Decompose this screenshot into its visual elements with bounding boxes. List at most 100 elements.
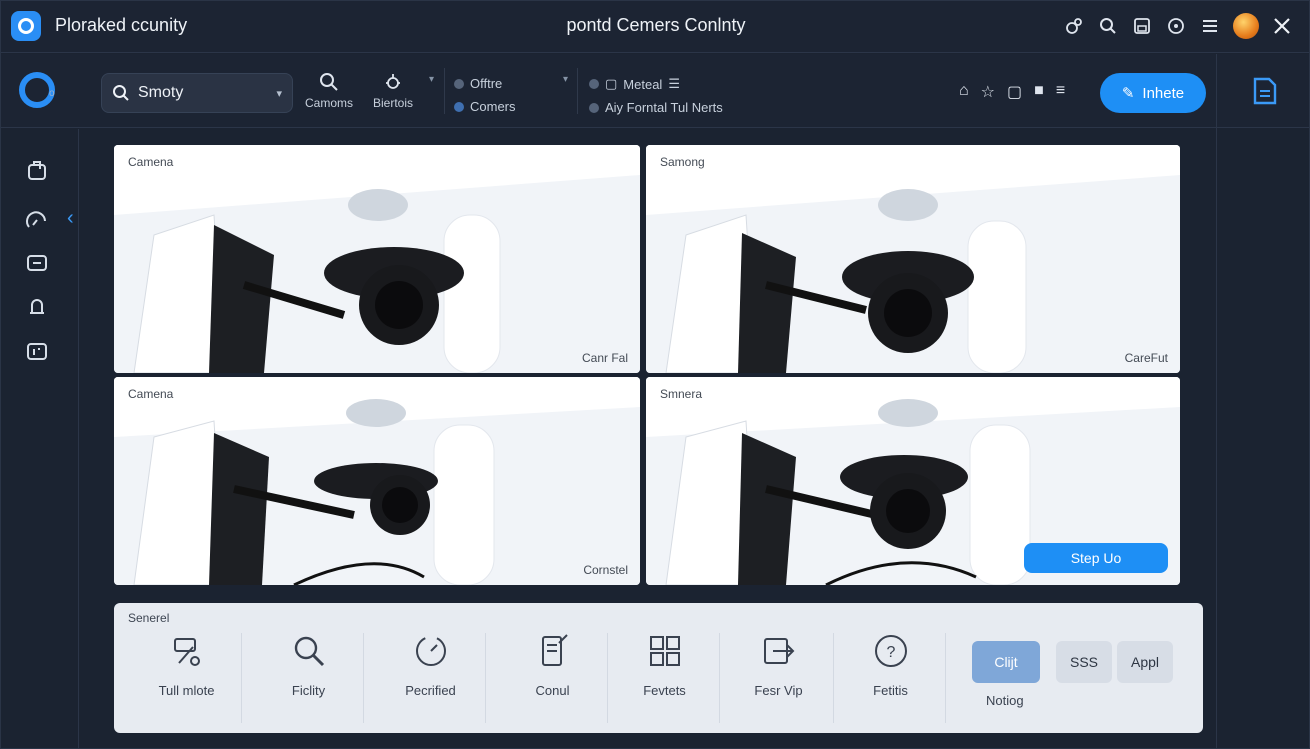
title-icons xyxy=(1063,13,1293,39)
camera-feed-image xyxy=(646,145,1180,373)
list-icon[interactable]: ≡ xyxy=(1056,82,1065,102)
left-sidebar: ‹ xyxy=(1,129,79,749)
sss-button[interactable]: SSS xyxy=(1056,641,1112,683)
tool-ficlity[interactable]: Ficlity xyxy=(254,633,364,723)
tool-conul[interactable]: Conul xyxy=(498,633,608,723)
clijt-button[interactable]: Clijt xyxy=(972,641,1040,683)
tool-label: Fevtets xyxy=(643,683,686,698)
link-icon[interactable] xyxy=(1063,15,1085,37)
view-options: Offtre Comers xyxy=(454,76,516,114)
radio-dot xyxy=(589,102,599,113)
chevron-down-icon[interactable]: ▾ xyxy=(276,87,282,100)
star-icon[interactable]: ☆ xyxy=(981,82,995,102)
bertois-label: Biertois xyxy=(373,96,414,110)
list-icon: ☰ xyxy=(668,76,680,91)
bookmark-icon xyxy=(28,161,46,180)
chevron-down-icon[interactable]: ▾ xyxy=(563,74,568,85)
camera-label: Camena xyxy=(128,155,174,169)
option-cameras[interactable]: Comers xyxy=(454,99,516,114)
option-offline[interactable]: Offtre xyxy=(454,76,516,91)
pill-caption: Notiog xyxy=(986,693,1024,708)
inhete-button[interactable]: ✎ Inhete xyxy=(1100,73,1206,113)
filter-options: ▢ Meteal ☰ Aiy Forntal Tul Nerts xyxy=(589,76,723,115)
tool-label: Tull mlote xyxy=(158,683,215,698)
document-edit-icon xyxy=(541,634,568,666)
tool-label: Ficlity xyxy=(291,683,326,698)
camera-tile[interactable]: Camena Canr Fal xyxy=(114,145,640,373)
radio-dot xyxy=(454,78,464,89)
sidebar-item-alerts[interactable] xyxy=(25,295,49,319)
search-value: Smoty xyxy=(138,84,184,101)
calendar-icon xyxy=(27,343,47,360)
cameras-label: Camoms xyxy=(305,96,354,110)
help-circle-icon: ? xyxy=(874,635,907,667)
inhete-label: Inhete xyxy=(1142,84,1185,102)
tool-label: Pecrified xyxy=(405,683,456,698)
sidebar-item-dashboard[interactable] xyxy=(25,207,49,231)
tools-icon xyxy=(173,638,200,666)
cameras-button[interactable]: Camoms xyxy=(305,72,353,110)
sidebar-item-devices[interactable] xyxy=(25,251,49,275)
square-icon[interactable]: ▢ xyxy=(1007,82,1022,102)
sidebar-item-home[interactable] xyxy=(25,159,49,183)
brand-gear-icon xyxy=(19,72,55,108)
avatar[interactable] xyxy=(1233,13,1259,39)
camera-label: Samong xyxy=(660,155,705,169)
option-fortal[interactable]: Aiy Forntal Tul Nerts xyxy=(589,100,723,115)
close-icon[interactable] xyxy=(1271,15,1293,37)
radio-dot xyxy=(589,79,599,89)
grid-icon xyxy=(649,636,680,666)
camera-caption: CareFut xyxy=(1124,351,1168,365)
folder-icon[interactable]: ■ xyxy=(1034,82,1044,102)
panel-title: Senerel xyxy=(128,611,170,625)
search-input[interactable]: Smoty ▾ xyxy=(101,73,293,113)
home-icon[interactable]: ⌂ xyxy=(959,82,969,102)
tool-fesrvip[interactable]: Fesr Vip xyxy=(724,633,834,723)
appl-button[interactable]: Appl xyxy=(1117,641,1173,683)
tool-pecrified[interactable]: Pecrified xyxy=(376,633,486,723)
option-label: Aiy Forntal Tul Nerts xyxy=(605,100,723,115)
toolbar-divider xyxy=(444,68,445,114)
frame-icon: ▢ xyxy=(605,76,618,91)
camera-feed-image xyxy=(114,377,640,585)
camera-tile[interactable]: Camena Cornstel xyxy=(114,377,640,585)
bell-icon xyxy=(30,299,44,314)
device-icon xyxy=(27,255,47,271)
save-icon[interactable] xyxy=(1131,15,1153,37)
bug-icon xyxy=(386,74,400,89)
tool-tullmlote[interactable]: Tull mlote xyxy=(132,633,242,723)
search-icon xyxy=(113,85,129,101)
right-divider xyxy=(1216,54,1217,749)
document-icon[interactable] xyxy=(1251,76,1279,111)
camera-grid: Camena Canr Fal Samong CareFut Camena Co… xyxy=(114,145,1180,585)
search-icon[interactable] xyxy=(1097,15,1119,37)
camera-tile[interactable]: Smnera Step Uo xyxy=(646,377,1180,585)
toolbar-divider xyxy=(577,68,578,114)
toolbar: Smoty ▾ Camoms Biertois ▾ Offtre Comers … xyxy=(1,54,1309,128)
option-label: Offtre xyxy=(470,76,503,91)
tool-label: Fesr Vip xyxy=(754,683,803,698)
menu-icon[interactable] xyxy=(1199,15,1221,37)
camera-tile[interactable]: Samong CareFut xyxy=(646,145,1180,373)
option-metal[interactable]: ▢ Meteal ☰ xyxy=(589,76,723,92)
chevron-down-icon[interactable]: ▾ xyxy=(429,74,434,85)
help-icon[interactable] xyxy=(1165,15,1187,37)
search-icon xyxy=(294,636,324,667)
pen-icon: ✎ xyxy=(1121,85,1135,102)
stop-button[interactable]: Step Uo xyxy=(1024,543,1168,573)
camera-caption: Cornstel xyxy=(583,563,628,577)
camera-feed-image xyxy=(114,145,640,373)
camera-label: Camena xyxy=(128,387,174,401)
tool-fetitis[interactable]: ? Fetitis xyxy=(836,633,946,723)
collapse-chevron-icon[interactable]: ‹ xyxy=(67,207,74,230)
app-window: Ploraked ccunity pontd Cemers Conlnty o … xyxy=(0,0,1310,749)
sidebar-item-reports[interactable] xyxy=(25,339,49,363)
timer-icon xyxy=(415,636,446,666)
gauge-icon xyxy=(26,211,46,228)
option-label: Comers xyxy=(470,99,516,114)
app-logo-icon xyxy=(11,11,41,41)
quick-actions: ⌂ ☆ ▢ ■ ≡ xyxy=(959,82,1065,102)
tool-fevtets[interactable]: Fevtets xyxy=(610,633,720,723)
search-icon xyxy=(320,73,338,91)
bertois-button[interactable]: Biertois xyxy=(373,72,413,110)
